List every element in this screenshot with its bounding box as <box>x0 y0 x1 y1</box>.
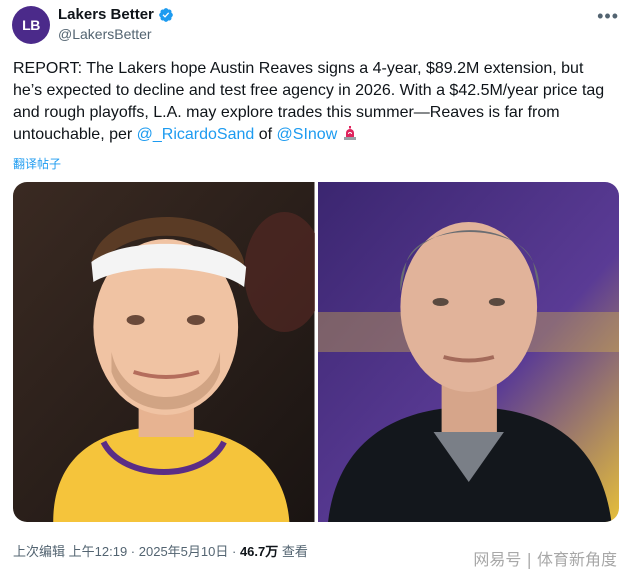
tweet-time[interactable]: 上午12:19 <box>69 544 128 559</box>
display-name[interactable]: Lakers Better <box>58 6 174 23</box>
tweet-date[interactable]: 2025年5月10日 <box>139 544 229 559</box>
view-label: 查看 <box>278 544 308 559</box>
verified-badge-icon <box>159 7 173 22</box>
siren-icon <box>343 126 356 140</box>
mention-link[interactable]: @SInow <box>277 126 338 143</box>
user-handle[interactable]: @LakersBetter <box>58 26 152 42</box>
media-grid[interactable] <box>13 182 619 522</box>
player-headband-photo[interactable] <box>13 182 315 522</box>
meta-separator: · <box>228 544 240 559</box>
display-name-text[interactable]: Lakers Better <box>58 6 154 23</box>
edited-label[interactable]: 上次编辑 <box>13 544 65 559</box>
executive-portrait-photo[interactable] <box>317 182 619 522</box>
tweet-text: REPORT: The Lakers hope Austin Reaves si… <box>13 58 613 146</box>
more-options-icon[interactable]: ••• <box>597 6 619 27</box>
meta-separator: · <box>127 544 139 559</box>
translate-link[interactable]: 翻译帖子 <box>13 155 61 172</box>
view-count: 46.7万 <box>239 544 279 559</box>
watermark-text: 网易号 | 体育新角度 <box>473 550 617 569</box>
mention-link[interactable]: @_RicardoSand <box>137 126 255 143</box>
avatar[interactable]: LB <box>12 6 50 44</box>
tweet-joiner: of <box>254 126 277 143</box>
tweet-meta: 上次编辑 上午12:19 · 2025年5月10日 · 46.7万 查看 <box>13 541 308 560</box>
